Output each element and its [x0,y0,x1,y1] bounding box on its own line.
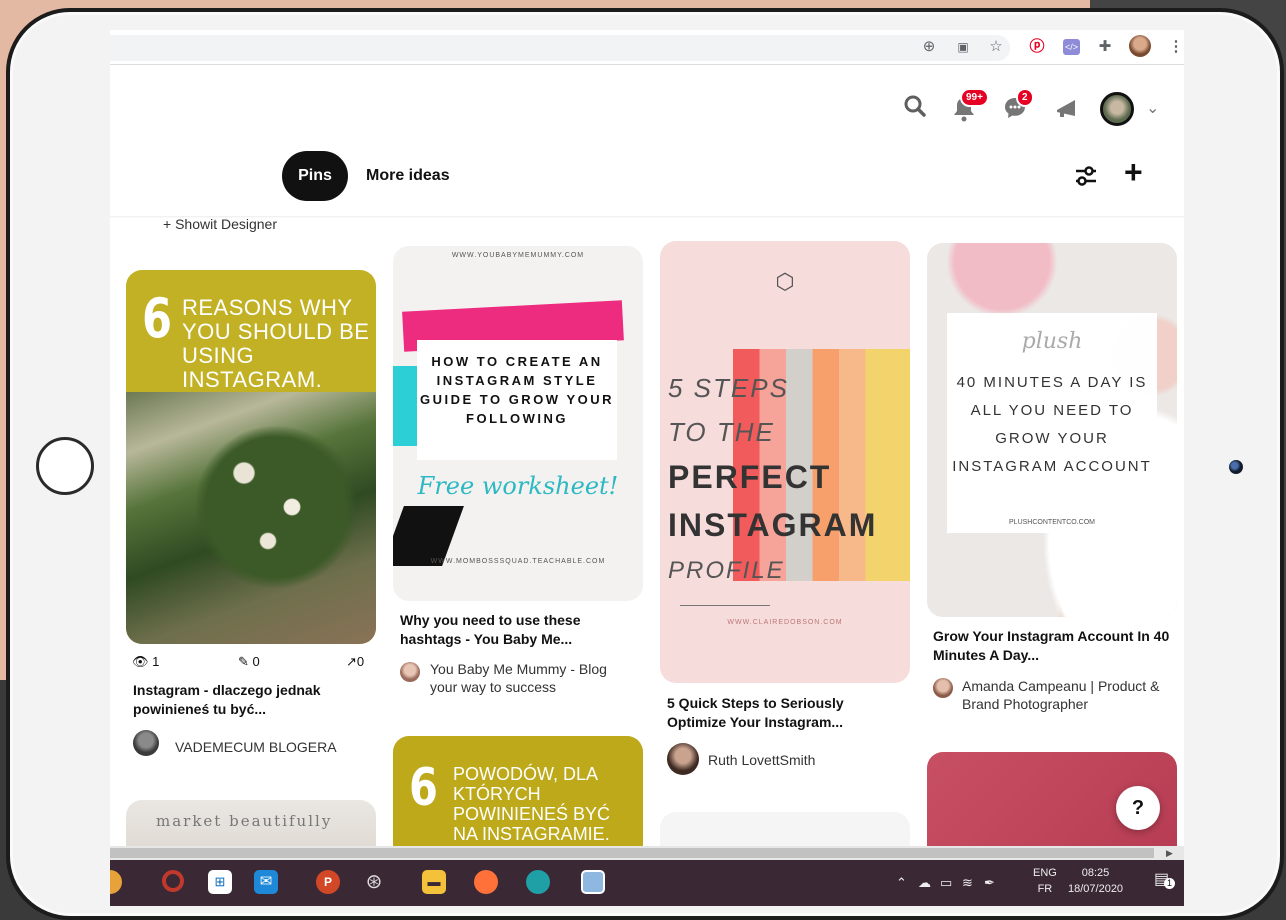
pin-image-card: HOW TO CREATE AN INSTAGRAM STYLE GUIDE T… [417,340,617,460]
pin-image-script: Free worksheet! [417,472,619,500]
chevron-down-icon[interactable]: ⌄ [1146,98,1159,118]
pin-owner[interactable]: You Baby Me Mummy - Blog your way to suc… [430,660,635,696]
tablet-home-button[interactable] [36,437,94,495]
pin-saves: ✎ 0 [238,654,260,669]
pin-image-line: INSTAGRAM [668,507,878,543]
pin-views: 👁 1 [132,654,160,669]
obs-icon[interactable]: ⊛ [362,870,386,894]
translate-icon[interactable]: ▣ [953,38,973,56]
pin-image-4[interactable]: plush 40 MINUTES A DAY IS ALL YOU NEED T… [927,243,1177,617]
updates-megaphone-icon[interactable] [1054,96,1080,126]
pin-image-url: PLUSHCONTENTCO.COM [1009,519,1095,526]
language-bottom: FR [1037,883,1053,895]
pinterest-icon[interactable]: ⓟ [1027,38,1047,56]
pin-image-card: plush 40 MINUTES A DAY IS ALL YOU NEED T… [947,313,1157,533]
notification-count: 1 [1164,878,1175,889]
photos-app-icon[interactable] [581,870,605,894]
cloud-offline-icon[interactable]: ☁ [918,875,931,891]
pin-title[interactable]: Why you need to use these hashtags - You… [400,611,630,649]
arrow-up-right-icon: ↗ [346,654,357,669]
language-indicator[interactable]: ENG FR [1033,865,1057,897]
chrome-icon[interactable] [110,870,122,894]
pin-image-divider [680,605,770,606]
app-ring-icon[interactable] [162,870,184,892]
pen-icon[interactable]: ✒ [984,875,995,891]
add-plus-icon[interactable]: + [1124,156,1143,188]
garden-photo [126,392,376,644]
pin-image-number: 6 [142,287,173,350]
microsoft-store-icon[interactable]: ⊞ [208,870,232,894]
pin-image-2[interactable]: WWW.YOUBABYMEMUMMY.COM HOW TO CREATE AN … [393,246,643,601]
scrollbar-thumb[interactable] [110,848,1154,858]
browser-toolbar: ⊕ ▣ ☆ ⓟ </> ✚ ⋮ [110,30,1184,64]
clock-date: 18/07/2020 [1068,883,1124,895]
owner-avatar[interactable] [133,730,159,756]
pin-image-text: 40 MINUTES A DAY IS ALL YOU NEED TO GROW… [952,374,1152,475]
pin-image-line: PERFECT [668,459,832,495]
owner-avatar[interactable] [933,678,953,698]
pin-owner[interactable]: Amanda Campeanu | Product & Brand Photog… [962,677,1177,713]
pin-image-url: WWW.MOMBOSSSQUAD.TEACHABLE.COM [430,558,606,565]
edge-icon[interactable] [526,870,550,894]
file-explorer-icon[interactable]: ▬ [422,870,446,894]
pin-title[interactable]: Grow Your Instagram Account In 40 Minute… [933,627,1178,665]
board-collaborators[interactable]: + Showit Designer [163,216,277,232]
battery-icon[interactable]: ▭ [940,875,952,891]
owner-avatar[interactable] [400,662,420,682]
pin-image-number: 6 [409,758,438,818]
kebab-menu-icon[interactable]: ⋮ [1166,38,1184,56]
scroll-right-arrow-icon[interactable]: ▶ [1166,846,1173,860]
clock-time: 08:25 [1081,867,1110,879]
pin-title[interactable]: Instagram - dlaczego jednak powinieneś t… [133,681,363,719]
search-icon[interactable] [903,94,927,124]
owner-avatar[interactable] [667,743,699,775]
firefox-icon[interactable] [474,870,498,894]
pin-image-url: WWW.CLAIREDOBSON.COM [727,619,843,626]
pin-title[interactable]: 5 Quick Steps to Seriously Optimize Your… [667,694,897,732]
help-button[interactable]: ? [1116,786,1160,830]
hexagon-logo-icon: ⬡ [775,269,795,294]
pin-image-1[interactable]: 6 REASONS WHY YOU SHOULD BE USING INSTAG… [126,270,376,644]
puzzle-icon[interactable]: ✚ [1095,38,1115,56]
pin-image-3[interactable]: ⬡ 5 STEPS TO THE PERFECT INSTAGRAM PROFI… [660,241,910,683]
notifications-badge: 99+ [960,88,989,107]
mail-icon[interactable]: ✉ [254,870,278,894]
pin-image-line: 5 STEPS [668,373,789,403]
pin-image-line: TO THE [668,417,775,447]
tablet-camera [1229,460,1243,474]
pin-image-decor [393,506,464,566]
pin-image-text: market beautifully [156,812,333,830]
code-extension-icon[interactable]: </> [1063,39,1080,55]
language-top: ENG [1033,867,1057,879]
tab-pins[interactable]: Pins [282,151,348,201]
horizontal-scrollbar[interactable]: ▶ [110,846,1184,860]
add-circle-icon[interactable]: ⊕ [919,38,939,56]
pin-owner[interactable]: VADEMECUM BLOGERA [175,738,365,756]
pin-image-url: WWW.YOUBABYMEMUMMY.COM [451,252,585,259]
pin-image-logo: plush [1021,329,1083,354]
clock[interactable]: 08:25 18/07/2020 [1068,865,1123,897]
pin-image-text: HOW TO CREATE AN INSTAGRAM STYLE GUIDE T… [419,354,615,426]
wifi-icon[interactable]: ≋ [962,875,973,891]
messages-badge: 2 [1016,88,1034,107]
powerpoint-icon[interactable]: P [316,870,340,894]
tray-chevron-up-icon[interactable]: ⌃ [896,875,907,891]
pin-image-text: POWODÓW, DLA KTÓRYCH POWINIENEŚ BYĆ NA I… [453,764,611,844]
pin-image-line: PROFILE [668,557,785,584]
pin-image-text: REASONS WHY YOU SHOULD BE USING INSTAGRA… [182,295,370,392]
profile-avatar[interactable] [1129,35,1151,57]
action-center-icon[interactable]: ▤ 1 [1154,870,1175,890]
tab-more-ideas[interactable]: More ideas [366,167,450,185]
toolbar-divider [110,64,1184,65]
user-avatar[interactable] [1100,92,1134,126]
pin-owner[interactable]: Ruth LovettSmith [708,751,898,769]
address-bar[interactable] [110,35,1010,61]
pin-clicks: ↗0 [346,654,365,669]
screen: ⊕ ▣ ☆ ⓟ </> ✚ ⋮ 99+ 2 ⌄ Pins More ideas … [110,30,1184,906]
star-icon[interactable]: ☆ [986,38,1006,56]
eye-icon: 👁 [132,654,149,669]
filter-sliders-icon[interactable] [1074,164,1098,194]
windows-taskbar: ⊞ ✉ P ⊛ ▬ ⌃ ☁ ▭ ≋ ✒ ENG FR 08:25 18/07/2… [110,860,1184,906]
pin-icon: ✎ [238,654,249,669]
